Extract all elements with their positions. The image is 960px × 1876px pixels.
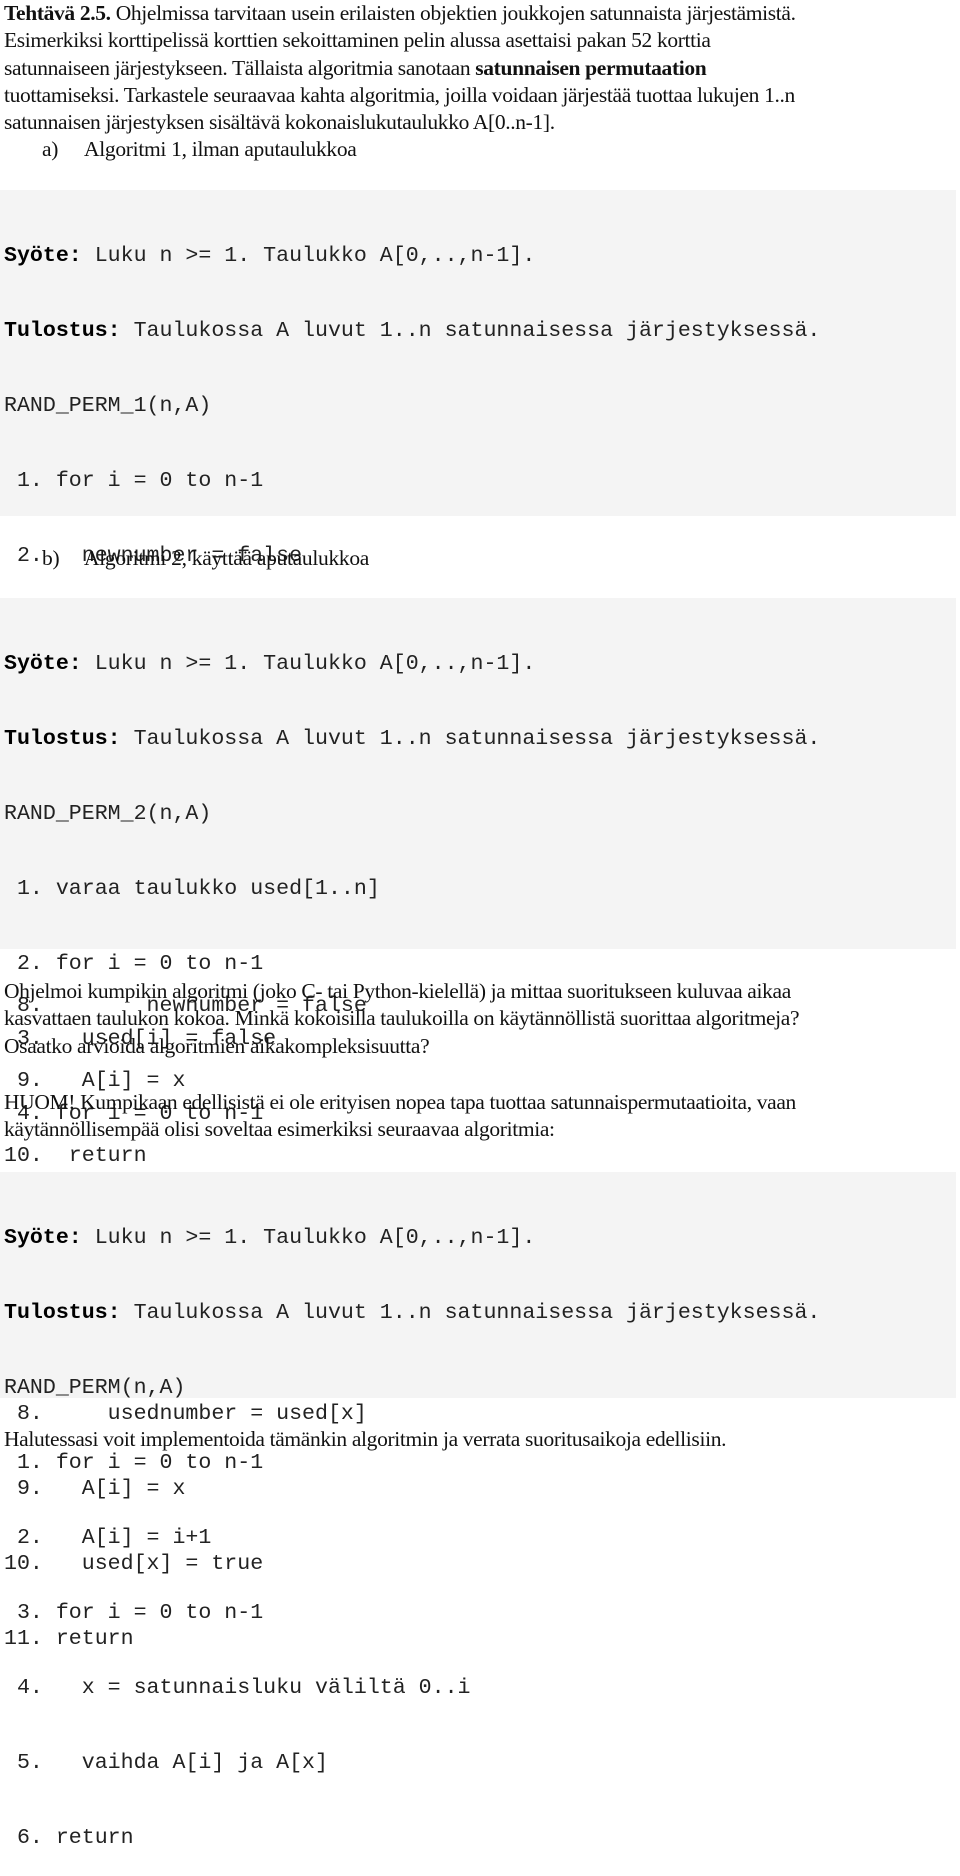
- code-input-line: Syöte: Luku n >= 1. Taulukko A[0,..,n-1]…: [4, 1226, 536, 1250]
- code-line: 10. used[x] = true: [4, 1552, 264, 1576]
- code-output-line: Tulostus: Taulukossa A luvut 1..n satunn…: [4, 1301, 821, 1325]
- intro-paragraph: Tehtävä 2.5. Ohjelmissa tarvitaan usein …: [4, 0, 956, 136]
- closing-line: Halutessasi voit implementoida tämänkin …: [4, 1427, 727, 1451]
- section-b-heading: b) Algoritmi 2, käyttää aputaulukkoa: [42, 545, 369, 572]
- section-a-title: Algoritmi 1, ilman aputaulukkoa: [84, 137, 357, 161]
- code-line: 1. for i = 0 to n-1: [4, 469, 264, 493]
- task-title: Tehtävä 2.5.: [4, 1, 111, 25]
- section-a-heading: a) Algoritmi 1, ilman aputaulukkoa: [42, 136, 357, 163]
- code-block-algorithm-3: Syöte: Luku n >= 1. Taulukko A[0,..,n-1]…: [0, 1172, 956, 1850]
- task-line: kasvattaen taulukon kokoa. Minkä kokoisi…: [4, 1006, 800, 1031]
- code-line: 2. for i = 0 to n-1: [4, 952, 264, 976]
- code-input-line: Syöte: Luku n >= 1. Taulukko A[0,..,n-1]…: [4, 652, 536, 676]
- note-paragraph: HUOM! Kumpikaan edellisistä ei ole erity…: [4, 1089, 956, 1144]
- code-line: 5. vaihda A[i] ja A[x]: [4, 1751, 328, 1775]
- intro-line-3: satunnaiseen järjestykseen. Tällaista al…: [4, 55, 707, 80]
- code-signature: RAND_PERM(n,A): [4, 1376, 186, 1400]
- code-output-line: Tulostus: Taulukossa A luvut 1..n satunn…: [4, 727, 821, 751]
- section-b-title: Algoritmi 2, käyttää aputaulukkoa: [84, 546, 370, 570]
- note-line: HUOM! Kumpikaan edellisistä ei ole erity…: [4, 1090, 796, 1114]
- intro-line-2: Esimerkiksi korttipelissä korttien sekoi…: [4, 28, 711, 53]
- code-block-algorithm-2: Syöte: Luku n >= 1. Taulukko A[0,..,n-1]…: [0, 598, 956, 1651]
- code-signature: RAND_PERM_2(n,A): [4, 802, 212, 826]
- section-b-label: b): [42, 546, 60, 570]
- section-a-label: a): [42, 137, 59, 161]
- intro-line-4: tuottamiseksi. Tarkastele seuraavaa kaht…: [4, 82, 795, 107]
- code-block-algorithm-1: Syöte: Luku n >= 1. Taulukko A[0,..,n-1]…: [0, 190, 956, 1168]
- code-input-line: Syöte: Luku n >= 1. Taulukko A[0,..,n-1]…: [4, 244, 536, 268]
- code-line: 1. for i = 0 to n-1: [4, 1451, 264, 1475]
- task-paragraph: Ohjelmoi kumpikin algoritmi (joko C- tai…: [4, 978, 956, 1060]
- task-line: Osaatko arvioida algoritmien aikakomplek…: [4, 1033, 430, 1058]
- code-line: 4. x = satunnaisluku väliltä 0..i: [4, 1676, 471, 1700]
- code-signature: RAND_PERM_1(n,A): [4, 394, 212, 418]
- code-line: 1. varaa taulukko used[1..n]: [4, 877, 380, 901]
- intro-line-5: satunnaisen järjestyksen sisältävä kokon…: [4, 110, 555, 135]
- code-line: 2. A[i] = i+1: [4, 1526, 212, 1550]
- task-line: Ohjelmoi kumpikin algoritmi (joko C- tai…: [4, 979, 791, 1003]
- note-line: käytännöllisempää olisi soveltaa esimerk…: [4, 1117, 555, 1142]
- key-term: satunnaisen permutaation: [475, 55, 707, 80]
- code-line: 6. return: [4, 1826, 134, 1850]
- code-output-line: Tulostus: Taulukossa A luvut 1..n satunn…: [4, 319, 821, 343]
- code-line: 9. A[i] = x: [4, 1477, 186, 1501]
- code-line: 11. return: [4, 1627, 134, 1651]
- code-line: 3. for i = 0 to n-1: [4, 1601, 264, 1625]
- intro-line-1: Tehtävä 2.5. Ohjelmissa tarvitaan usein …: [4, 1, 796, 25]
- closing-paragraph: Halutessasi voit implementoida tämänkin …: [4, 1426, 956, 1453]
